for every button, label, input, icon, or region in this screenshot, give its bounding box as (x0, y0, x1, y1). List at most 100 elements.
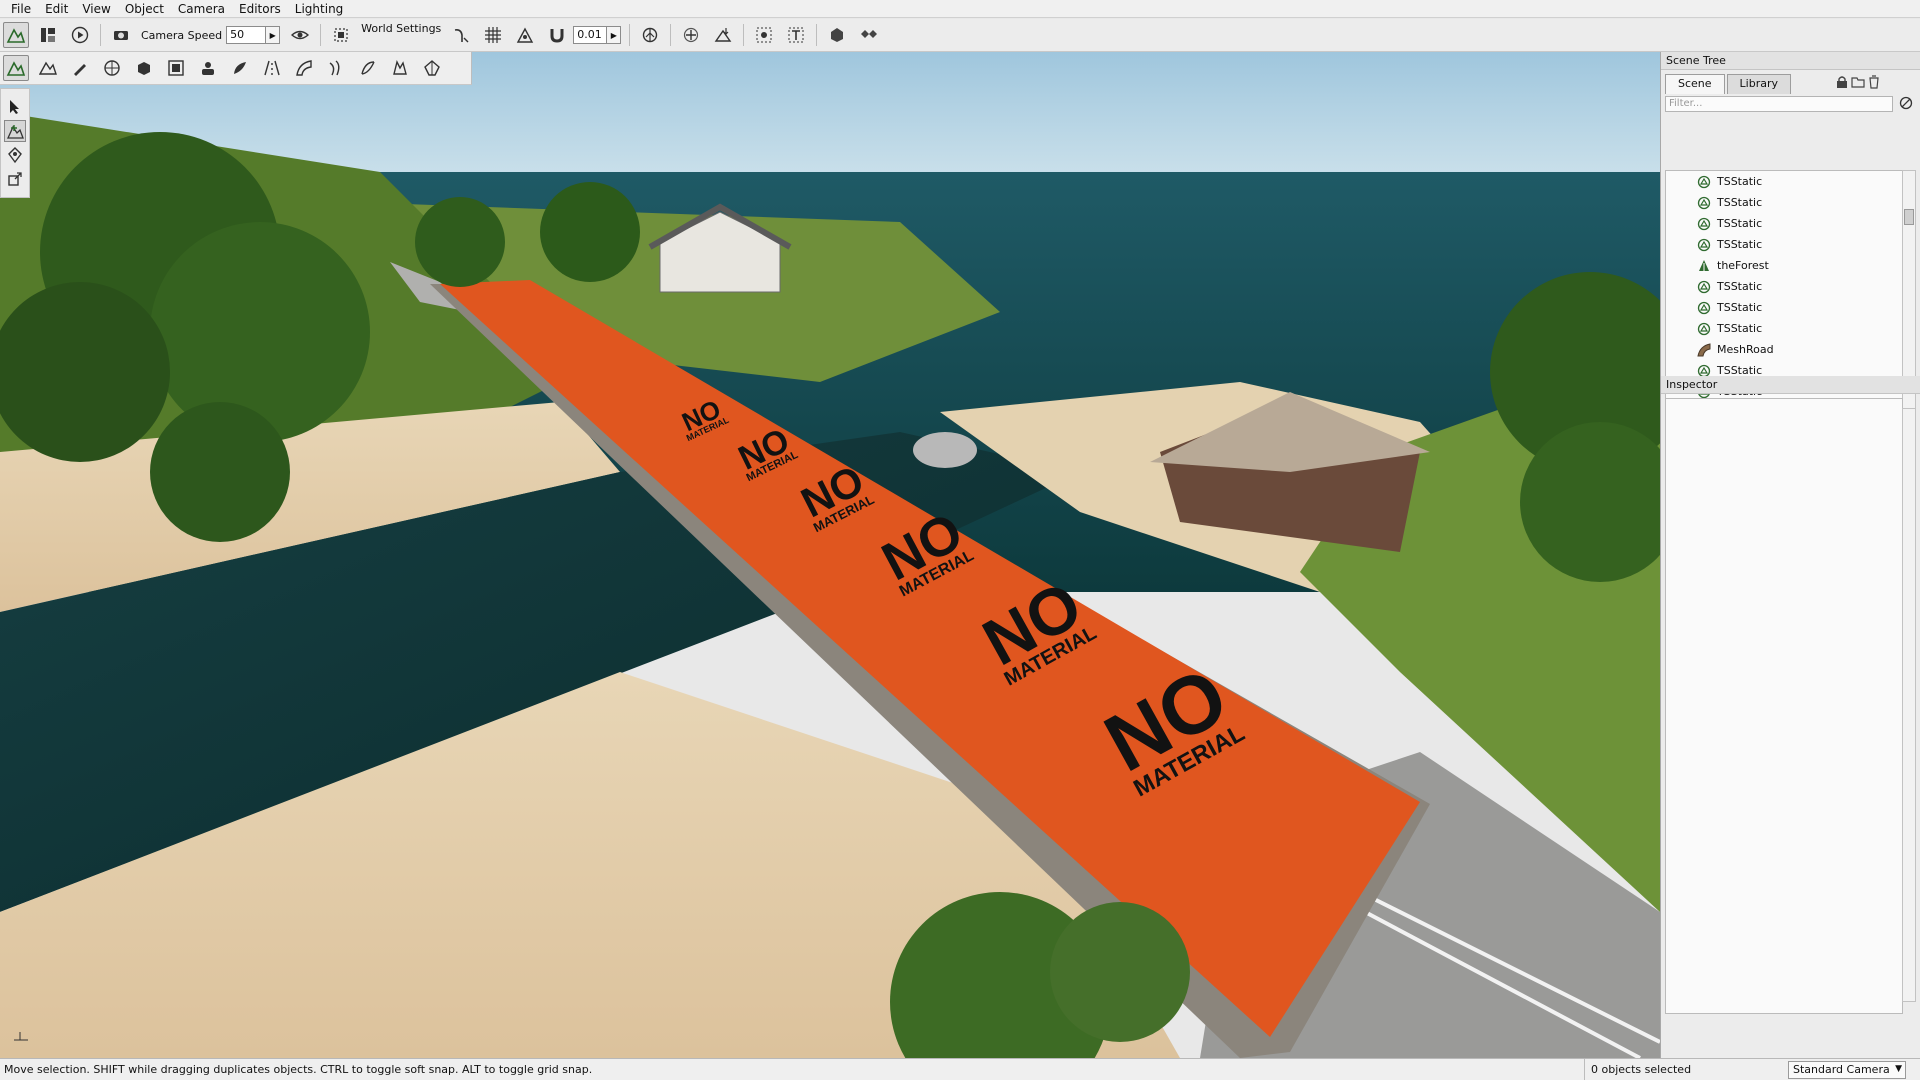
camera-speed-input[interactable]: 50 (226, 26, 267, 44)
camera-icon[interactable] (108, 22, 134, 48)
road-editor-icon[interactable] (259, 55, 285, 81)
forest-icon (1696, 258, 1712, 274)
select-arrow-icon[interactable] (4, 96, 26, 118)
delete-icon[interactable] (1868, 75, 1880, 92)
menu-edit[interactable]: Edit (38, 0, 75, 18)
lock-icon[interactable] (1836, 75, 1848, 92)
scene-tree-item[interactable]: TSStatic (1666, 213, 1902, 234)
prefab-icon[interactable] (824, 22, 850, 48)
gui-editor-icon[interactable] (35, 22, 61, 48)
main-toolbar: Camera Speed 50 ▶ World Settings 0.01 ▶ (0, 19, 1920, 52)
scene-tree-item[interactable]: MeshRoad (1666, 339, 1902, 360)
convex-editor-icon[interactable] (419, 55, 445, 81)
visibility-eye-icon[interactable] (287, 22, 313, 48)
object-editor-icon[interactable] (3, 55, 29, 81)
status-bar: Move selection. SHIFT while dragging dup… (0, 1058, 1920, 1080)
tab-library[interactable]: Library (1726, 74, 1792, 94)
scrollbar-thumb[interactable] (1904, 209, 1914, 225)
mesh-road-editor-icon[interactable] (291, 55, 317, 81)
play-icon[interactable] (67, 22, 93, 48)
decal-editor-icon[interactable] (355, 55, 381, 81)
chevron-down-icon: ▼ (1895, 1063, 1902, 1074)
scale-tool-icon[interactable] (4, 168, 26, 190)
menu-camera[interactable]: Camera (171, 0, 232, 18)
filter-input[interactable]: Filter... (1665, 96, 1893, 112)
particle-editor-icon[interactable] (195, 55, 221, 81)
terrain-painter-icon[interactable] (67, 55, 93, 81)
tool-palette (0, 88, 30, 198)
tsstatic-icon (1696, 216, 1712, 232)
fit-view-icon[interactable] (328, 22, 354, 48)
world-settings-label[interactable]: World Settings (361, 22, 441, 35)
inspector-panel[interactable] (1665, 398, 1903, 1014)
tsstatic-icon (1696, 300, 1712, 316)
tsstatic-icon (1696, 174, 1712, 190)
scene-tree-item[interactable]: TSStatic (1666, 318, 1902, 339)
toolbar-divider (100, 24, 101, 46)
scene-tree-item-label: MeshRoad (1717, 343, 1774, 356)
toolbar-divider (629, 24, 631, 46)
object-text-icon[interactable] (783, 22, 809, 48)
tsstatic-icon (1696, 279, 1712, 295)
camera-mode-select[interactable]: Standard Camera ▼ (1788, 1060, 1906, 1079)
world-transform-icon[interactable] (678, 22, 704, 48)
terrain-snap-icon[interactable] (512, 22, 538, 48)
river-editor-icon[interactable] (323, 55, 349, 81)
scene-tree-item-label: TSStatic (1717, 217, 1763, 230)
toolbar-divider (743, 24, 745, 46)
camera-mode-value: Standard Camera (1793, 1063, 1890, 1076)
meshroad-icon (1696, 342, 1712, 358)
menu-file[interactable]: File (4, 0, 38, 18)
snap-size-input[interactable]: 0.01 (573, 26, 608, 44)
tab-scene[interactable]: Scene (1665, 74, 1725, 94)
world-editor-icon[interactable] (3, 22, 29, 48)
tsstatic-icon (1696, 195, 1712, 211)
scene-tree-item[interactable]: TSStatic (1666, 171, 1902, 192)
scene-tree-item-label: TSStatic (1717, 301, 1763, 314)
sketch-tool-icon[interactable] (131, 55, 157, 81)
drop-object-icon[interactable] (710, 22, 736, 48)
selection-count: 0 objects selected (1584, 1058, 1784, 1080)
clear-filter-icon[interactable] (1899, 96, 1913, 113)
explode-prefab-icon[interactable] (856, 22, 882, 48)
toolbar-divider (320, 24, 322, 46)
camera-speed-label: Camera Speed (141, 28, 223, 42)
new-folder-icon[interactable] (1851, 75, 1865, 92)
scene-tree-item-label: TSStatic (1717, 238, 1763, 251)
menu-editors[interactable]: Editors (232, 0, 288, 18)
menu-bar: File Edit View Object Camera Editors Lig… (0, 0, 1920, 18)
camera-speed-arrow-icon[interactable]: ▶ (266, 26, 281, 44)
forest-editor-icon[interactable] (227, 55, 253, 81)
material-editor-icon[interactable] (99, 55, 125, 81)
object-bounds-icon[interactable] (751, 22, 777, 48)
filter-row: Filter... (1661, 94, 1920, 114)
datablock-editor-icon[interactable] (163, 55, 189, 81)
snap-toggle-icon[interactable] (448, 22, 474, 48)
scene-tree-item[interactable]: TSStatic (1666, 192, 1902, 213)
toolbar-divider (816, 24, 818, 46)
move-tool-icon[interactable] (4, 120, 26, 142)
terrain-editor-icon[interactable] (35, 55, 61, 81)
snap-size-arrow-icon[interactable]: ▶ (607, 26, 622, 44)
scene-render[interactable] (0, 52, 1660, 1058)
scene-tree-item[interactable]: TSStatic (1666, 276, 1902, 297)
menu-lighting[interactable]: Lighting (288, 0, 351, 18)
rotate-tool-icon[interactable] (4, 144, 26, 166)
inspector-scrollbar[interactable] (1902, 408, 1916, 1002)
scene-tree-item[interactable]: TSStatic (1666, 234, 1902, 255)
toolbar-divider (670, 24, 672, 46)
tsstatic-icon (1696, 321, 1712, 337)
navmesh-editor-icon[interactable] (387, 55, 413, 81)
magnet-icon[interactable] (544, 22, 570, 48)
grid-snap-icon[interactable] (480, 22, 506, 48)
inspector-title: Inspector (1661, 376, 1920, 394)
scene-tree-title: Scene Tree (1661, 52, 1920, 70)
menu-object[interactable]: Object (118, 0, 171, 18)
scene-tree-item[interactable]: theForest (1666, 255, 1902, 276)
3d-viewport[interactable]: NO MATERIAL NO MATERIAL NO MATERIAL NO M… (0, 52, 1660, 1058)
tsstatic-icon (1696, 237, 1712, 253)
object-center-icon[interactable] (637, 22, 663, 48)
scene-tree-item[interactable]: TSStatic (1666, 297, 1902, 318)
editor-toolbar (0, 52, 472, 85)
menu-view[interactable]: View (75, 0, 117, 18)
